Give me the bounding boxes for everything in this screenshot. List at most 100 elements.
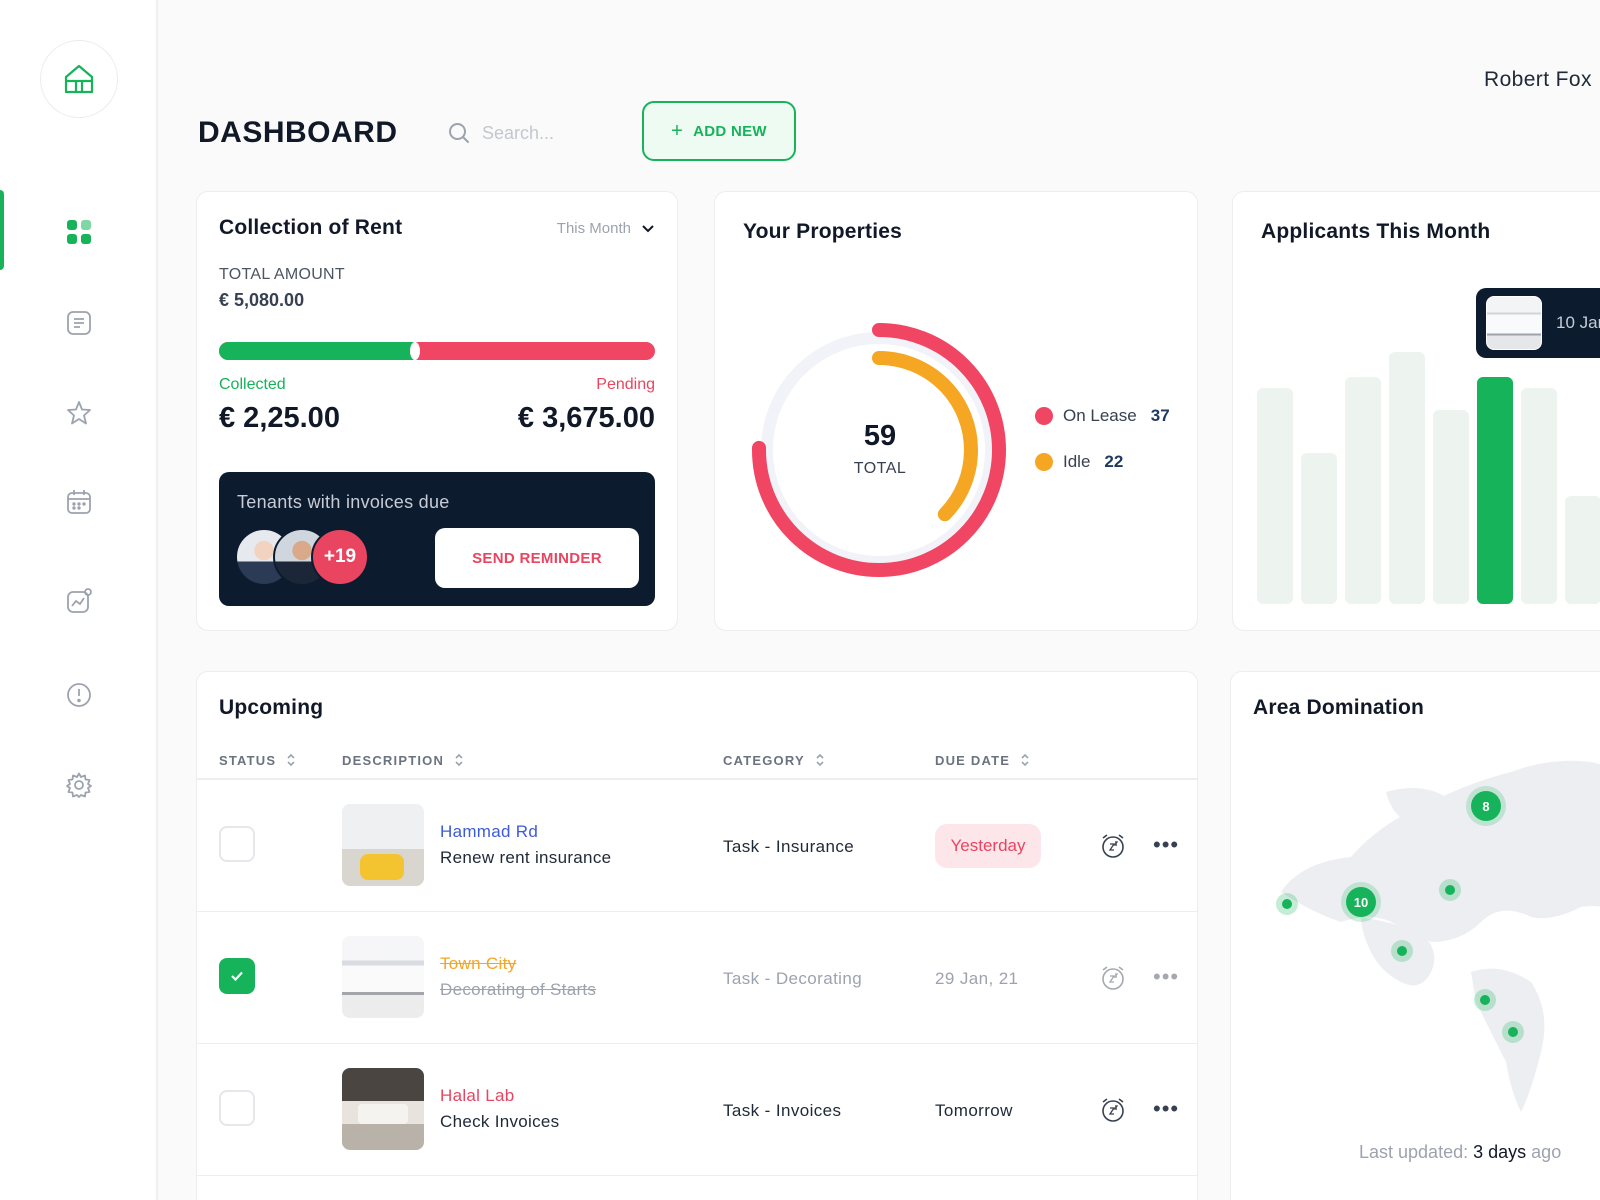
applicant-bar[interactable] (1301, 452, 1337, 604)
more-options-icon[interactable]: ••• (1153, 832, 1179, 858)
more-options-icon[interactable]: ••• (1153, 964, 1179, 990)
last-updated-suffix: ago (1531, 1142, 1562, 1162)
total-amount-label: TOTAL AMOUNT (219, 266, 345, 283)
collected-value: € 2,25.00 (219, 402, 340, 434)
snooze-alarm-icon[interactable] (1099, 832, 1127, 860)
plus-icon: + (671, 119, 684, 142)
column-header-label: DUE DATE (935, 752, 1011, 768)
legend-on-lease: On Lease 37 (1035, 406, 1170, 426)
column-header-description[interactable]: DESCRIPTION (342, 752, 464, 768)
total-amount-value: € 5,080.00 (219, 290, 305, 310)
properties-total-label: TOTAL (853, 460, 907, 477)
search-input[interactable] (482, 122, 612, 144)
pending-value: € 3,675.00 (517, 402, 655, 434)
sidebar-item-alerts[interactable] (50, 666, 108, 724)
row-due-date: Tomorrow (935, 1101, 1013, 1120)
applicant-bar[interactable] (1521, 388, 1557, 604)
pending-label: Pending (596, 376, 655, 393)
property-thumbnail (342, 936, 424, 1018)
cluster-count[interactable]: 8 (1482, 799, 1489, 814)
on-lease-value: 37 (1150, 406, 1170, 425)
column-header-label: DESCRIPTION (342, 752, 445, 768)
due-date-badge: Yesterday (935, 824, 1041, 868)
alert-icon (67, 683, 91, 707)
upcoming-card: Upcoming STATUS DESCRIPTION CATEGORY DUE… (196, 671, 1198, 1200)
sidebar-item-favorites[interactable] (50, 384, 108, 442)
properties-card: Your Properties 59 TOTAL On Lease 37 Idl… (714, 191, 1198, 631)
idle-dot (1035, 453, 1053, 471)
row-title-link[interactable]: Hammad Rd (440, 822, 538, 842)
sidebar-item-settings[interactable] (50, 756, 108, 814)
applicant-bar[interactable] (1389, 352, 1425, 604)
column-header-status[interactable]: STATUS (219, 752, 296, 768)
collected-label: Collected (219, 376, 286, 393)
column-header-due-date[interactable]: DUE DATE (935, 752, 1030, 768)
status-checkbox[interactable] (219, 958, 255, 994)
checkmark-icon (231, 971, 243, 982)
snooze-alarm-icon[interactable] (1099, 1096, 1127, 1124)
user-name[interactable]: Robert Fox (1484, 68, 1592, 92)
row-category: Task - Decorating (723, 969, 863, 988)
column-header-category[interactable]: CATEGORY (723, 752, 825, 768)
document-icon (67, 311, 91, 335)
table-row: Hammad Rd Renew rent insurance Task - In… (197, 780, 1197, 912)
sidebar-item-dashboard[interactable] (50, 203, 108, 261)
status-checkbox[interactable] (219, 1090, 255, 1126)
properties-total: 59 (863, 420, 897, 452)
sidebar-item-documents[interactable] (50, 294, 108, 352)
star-icon (67, 401, 91, 425)
on-lease-dot (1035, 407, 1053, 425)
status-checkbox[interactable] (219, 826, 255, 862)
search-box[interactable] (448, 116, 618, 150)
applicant-bar[interactable] (1345, 377, 1381, 604)
row-category: Task - Insurance (723, 837, 855, 856)
cluster-count[interactable]: 10 (1354, 895, 1368, 910)
last-updated-label: Last updated: (1359, 1142, 1469, 1162)
add-new-label: ADD NEW (693, 122, 767, 140)
upcoming-title: Upcoming (219, 696, 324, 719)
property-thumbnail (342, 1068, 424, 1150)
property-thumbnail (342, 804, 424, 886)
more-options-icon[interactable]: ••• (1153, 1096, 1179, 1122)
period-dropdown[interactable]: This Month (557, 220, 655, 237)
sidebar (0, 0, 158, 1200)
page-title: DASHBOARD (198, 116, 398, 149)
rent-title: Collection of Rent (219, 216, 403, 239)
send-reminder-button[interactable]: SEND REMINDER (435, 528, 639, 588)
sort-icon (287, 753, 295, 767)
chevron-down-icon (642, 224, 654, 232)
sidebar-item-analytics[interactable] (50, 572, 108, 630)
add-new-button[interactable]: + ADD NEW (642, 101, 796, 161)
period-label: This Month (556, 220, 631, 237)
row-title-link[interactable]: Town City (440, 954, 516, 974)
sidebar-item-calendar[interactable] (50, 473, 108, 531)
table-row: Town City Decorating of Starts Task - De… (197, 912, 1197, 1044)
last-updated: Last updated: 3 days ago (1359, 1142, 1561, 1163)
applicant-bar[interactable] (1257, 388, 1293, 604)
active-indicator (0, 190, 4, 270)
applicant-bar[interactable] (1565, 496, 1600, 604)
collection-progress-bar (219, 342, 655, 360)
tenants-invoices-panel: Tenants with invoices due +19 SEND REMIN… (219, 472, 655, 606)
applicants-title: Applicants This Month (1261, 220, 1491, 243)
applicant-bar[interactable] (1477, 377, 1513, 604)
applicant-tooltip: 10 Jan (1476, 288, 1600, 358)
tenants-label: Tenants with invoices due (237, 492, 450, 512)
row-title-link[interactable]: Halal Lab (440, 1086, 515, 1106)
table-row: Halal Lab Check Invoices Task - Invoices… (197, 1044, 1197, 1176)
column-header-label: STATUS (219, 752, 277, 768)
grid-icon (67, 220, 91, 244)
collected-fill (219, 342, 421, 360)
analytics-icon (67, 588, 92, 613)
snooze-alarm-icon[interactable] (1099, 964, 1127, 992)
last-updated-value: 3 days (1473, 1142, 1527, 1162)
house-icon (64, 64, 94, 94)
calendar-icon (67, 490, 91, 514)
extra-tenants-badge[interactable]: +19 (311, 528, 369, 586)
row-due-date: 29 Jan, 21 (935, 969, 1019, 988)
legend-idle: Idle 22 (1035, 452, 1123, 472)
row-subtitle: Renew rent insurance (440, 848, 612, 867)
column-header-label: CATEGORY (723, 752, 805, 768)
home-logo[interactable] (40, 40, 118, 118)
applicant-bar[interactable] (1433, 409, 1469, 604)
